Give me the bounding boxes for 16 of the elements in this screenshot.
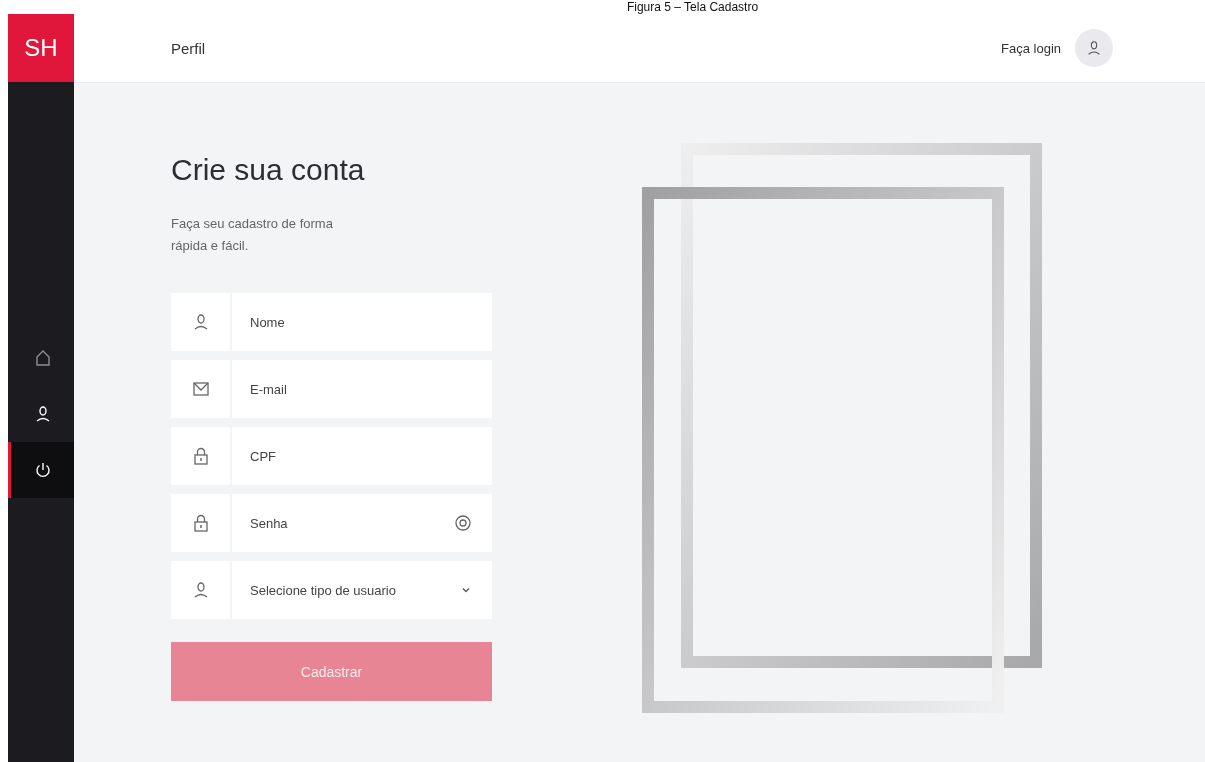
power-icon — [33, 461, 52, 479]
mail-icon — [191, 380, 210, 398]
home-icon — [33, 349, 52, 367]
lock-icon — [191, 514, 210, 532]
eye-icon[interactable] — [454, 514, 472, 532]
lock-icon — [191, 447, 210, 465]
form-title: Crie sua conta — [171, 153, 366, 187]
sidebar-item[interactable] — [8, 442, 74, 498]
user-icon — [1086, 39, 1102, 57]
login-link[interactable]: Faça login — [1001, 40, 1061, 56]
page-title: Perfil — [171, 39, 206, 57]
figure-caption: Figura 5 – Tela Cadastro — [625, 0, 760, 14]
form-subtitle: Faça seu cadastro de forma rápida e fácil. — [171, 215, 334, 255]
user-type-select[interactable]: Selecione tipo de usuario — [232, 561, 492, 619]
logo[interactable]: SH — [8, 14, 74, 82]
avatar-button[interactable] — [1075, 29, 1113, 67]
